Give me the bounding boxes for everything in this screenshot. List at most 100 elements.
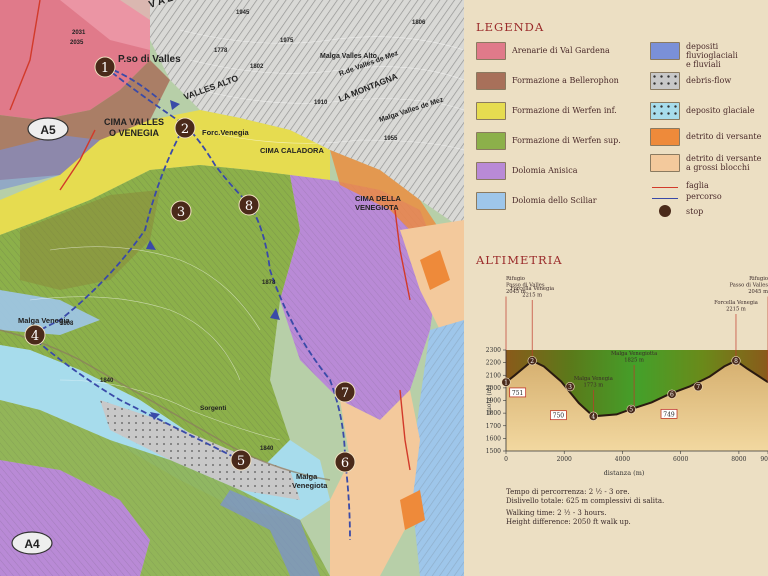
x-axis: 0 2000 4000 6000 8000 9000 xyxy=(504,450,768,463)
legend-swatch-werfen-sup xyxy=(476,132,506,150)
svg-text:1955: 1955 xyxy=(384,136,398,142)
stop-marker-8: 8 xyxy=(238,194,260,216)
label-forc-venegia: Forc.Venegia xyxy=(202,128,250,137)
legend-label-detrito: detrito di versante xyxy=(686,132,762,141)
route-badge-a5: A5 xyxy=(27,117,69,141)
svg-text:3: 3 xyxy=(177,205,185,220)
label-malga-venegiota-2: Venegiota xyxy=(292,481,328,490)
profile-annotation-text: Rifugio xyxy=(506,276,525,282)
svg-text:8: 8 xyxy=(245,199,253,214)
label-o-venegia: O VENEGIA xyxy=(109,128,160,138)
legend-panel: LEGENDA Arenarie di Val Gardena Formazio… xyxy=(464,0,768,576)
x-tick-label: 0 xyxy=(504,456,508,463)
profile-annotation-text: Forcella Venegia xyxy=(510,286,554,292)
y-tick-label: 1700 xyxy=(486,423,501,430)
legend-line-faglia xyxy=(652,187,678,188)
legend-swatch-fluvio xyxy=(650,42,680,60)
profile-annotation-text: 2045 m xyxy=(748,289,768,295)
road-label-text: 750 xyxy=(553,413,565,420)
svg-text:5: 5 xyxy=(237,454,245,469)
svg-text:4: 4 xyxy=(31,329,39,344)
footer-dislivello: Dislivello totale: 625 m complessivi di … xyxy=(506,497,665,505)
svg-text:1840: 1840 xyxy=(100,378,114,384)
y-tick-label: 1600 xyxy=(486,435,501,442)
profile-annotation-text: Rifugio xyxy=(749,276,768,282)
profile-stop-label: 6 xyxy=(670,391,674,398)
legend-swatch-arenarie xyxy=(476,42,506,60)
legend-swatch-anisica xyxy=(476,162,506,180)
svg-text:1945: 1945 xyxy=(236,10,250,16)
y-tick-label: 2100 xyxy=(486,372,501,379)
profile-annotation-text: Malga Venegiotta xyxy=(611,351,657,357)
svg-text:A4: A4 xyxy=(24,537,40,551)
profile-stop-label: 1 xyxy=(504,379,508,386)
legend-label-glaciale: deposito glaciale xyxy=(686,106,755,115)
x-tick-label: 4000 xyxy=(615,456,630,463)
svg-text:A5: A5 xyxy=(40,123,56,137)
legend-swatch-bellerophon xyxy=(476,72,506,90)
profile-annotation-text: 1825 m xyxy=(624,358,644,364)
svg-text:6: 6 xyxy=(341,456,349,471)
label-cima-venegiota-2: VENEGIOTA xyxy=(355,203,399,212)
profile-annotation-text: 2215 m xyxy=(522,293,542,299)
svg-text:1802: 1802 xyxy=(250,64,264,70)
profile-annotation-text: Passo di Valles xyxy=(730,283,768,289)
legend-label-debris: debris-flow xyxy=(686,76,732,85)
stop-marker-7: 7 xyxy=(334,381,356,403)
label-cima-valles: CIMA VALLES xyxy=(104,117,164,127)
svg-text:1: 1 xyxy=(101,61,109,76)
y-tick-label: 2300 xyxy=(486,347,501,354)
x-tick-label: 8000 xyxy=(731,456,746,463)
legend-label-faglia: faglia xyxy=(686,181,709,190)
stop-marker-4: 4 xyxy=(24,324,46,346)
profile-stop-label: 5 xyxy=(629,407,633,414)
x-tick-label: 2000 xyxy=(557,456,572,463)
geologic-map: A5 A4 P.so di Valles CIMA VALLES O VENEG… xyxy=(0,0,464,576)
road-label-text: 751 xyxy=(512,390,523,397)
svg-text:2031: 2031 xyxy=(72,30,86,36)
svg-text:1975: 1975 xyxy=(280,38,294,44)
legend-swatch-werfen-inf xyxy=(476,102,506,120)
y-axis-label: quota (m) xyxy=(486,385,493,415)
svg-text:1878: 1878 xyxy=(262,280,276,286)
label-cima-caladora: CIMA CALADORA xyxy=(260,146,324,155)
x-tick-label: 6000 xyxy=(673,456,688,463)
label-passo-valles: P.so di Valles xyxy=(118,54,181,65)
label-sorgenti: Sorgenti xyxy=(200,405,227,412)
legend-stop-dot xyxy=(659,205,671,217)
road-label-text: 749 xyxy=(663,411,675,418)
x-tick-label: 9000 xyxy=(760,456,768,463)
legend-swatch-debris xyxy=(650,72,680,90)
route-badge-a4: A4 xyxy=(11,531,53,555)
profile-stop-label: 2 xyxy=(530,358,534,365)
svg-text:1778: 1778 xyxy=(214,48,228,54)
label-malga-valles-alto: Malga Valles Alto xyxy=(320,53,377,60)
profile-stop-label: 4 xyxy=(591,413,595,420)
svg-text:2: 2 xyxy=(181,122,189,137)
legend-label-bellerophon: Formazione a Bellerophon xyxy=(512,76,619,85)
svg-text:2035: 2035 xyxy=(70,40,84,46)
legend-label-stop: stop xyxy=(686,207,704,216)
stop-marker-1: 1 xyxy=(94,56,116,78)
legend-label-blocchi: detrito di versante a grossi blocchi xyxy=(686,154,762,172)
svg-text:1840: 1840 xyxy=(260,446,274,452)
svg-text:1910: 1910 xyxy=(314,100,328,106)
stop-marker-3: 3 xyxy=(170,200,192,222)
legend-label-werfen-inf: Formazione di Werfen inf. xyxy=(512,106,617,115)
legend-swatch-detrito xyxy=(650,128,680,146)
legend-label-fluvio: depositi fluvioglaciali e fluviali xyxy=(686,42,738,69)
legend-label-anisica: Dolomia Anisica xyxy=(512,166,578,175)
profile-stop-label: 7 xyxy=(696,384,700,391)
svg-text:1806: 1806 xyxy=(412,20,426,26)
elevation-profile: Rifugio Passo di Valles 2045 m Forcella Ven… xyxy=(464,270,768,500)
altimetria-title: ALTIMETRIA xyxy=(476,253,563,267)
footer-tempo: Tempo di percorrenza: 2 ½ - 3 ore. xyxy=(506,488,630,496)
profile-stop-label: 3 xyxy=(568,384,572,391)
stop-marker-6: 6 xyxy=(334,451,356,473)
legend-label-werfen-sup: Formazione di Werfen sup. xyxy=(512,136,621,145)
stop-marker-2: 2 xyxy=(174,117,196,139)
legend-label-sciliar: Dolomia dello Sciliar xyxy=(512,196,597,205)
x-axis-label: distanza (m) xyxy=(604,469,645,477)
legend-label-percorso: percorso xyxy=(686,192,722,201)
legend-swatch-glaciale xyxy=(650,102,680,120)
